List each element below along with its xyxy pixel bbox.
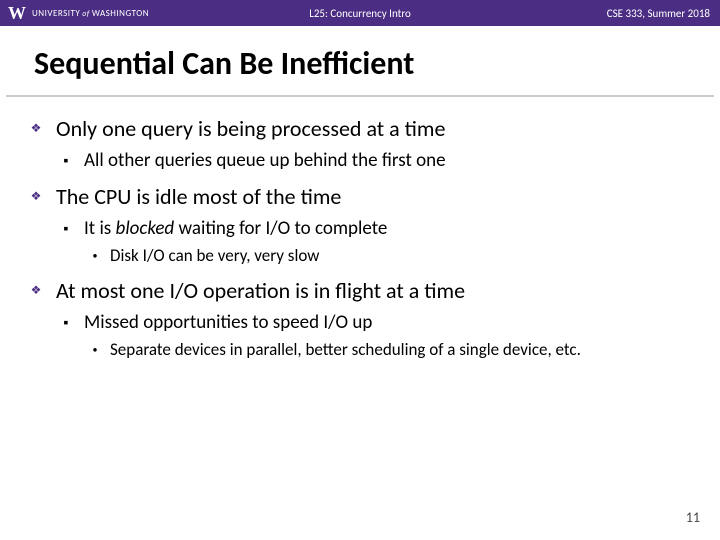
square-bullet-icon: ▪: [60, 149, 72, 173]
univ-prefix: UNIVERSITY: [32, 8, 80, 19]
univ-of: of: [82, 9, 90, 19]
bullet-2-sub-1a: • Disk I/O can be very, very slow: [90, 245, 690, 267]
b2s1-suffix: waiting for I/O to complete: [174, 217, 387, 240]
bullet-3-sub-1a: • Separate devices in parallel, better s…: [90, 339, 690, 361]
bullet-2-sub-1: ▪ It is blocked waiting for I/O to compl…: [60, 217, 690, 241]
university-logo: W UNIVERSITY of WASHINGTON: [0, 4, 149, 22]
bullet-3-sub-1-text: Missed opportunities to speed I/O up: [84, 311, 372, 334]
bullet-3: ❖ At most one I/O operation is in flight…: [30, 277, 690, 305]
square-bullet-icon: ▪: [60, 217, 72, 241]
bullet-2: ❖ The CPU is idle most of the time: [30, 183, 690, 211]
slide-title: Sequential Can Be Inefficient: [6, 26, 714, 97]
bullet-1-sub-1-text: All other queries queue up behind the fi…: [84, 149, 446, 172]
univ-main: WASHINGTON: [92, 8, 149, 19]
diamond-bullet-icon: ❖: [30, 277, 42, 305]
b2s1-italic: blocked: [116, 217, 175, 240]
bullet-3-sub-1: ▪ Missed opportunities to speed I/O up: [60, 311, 690, 335]
lecture-label: L25: Concurrency Intro: [309, 7, 411, 20]
bullet-1-sub-1: ▪ All other queries queue up behind the …: [60, 149, 690, 173]
dot-bullet-icon: •: [90, 339, 100, 361]
b2s1-prefix: It is: [84, 217, 116, 240]
w-logo-icon: W: [8, 4, 26, 22]
bullet-2-sub-1a-text: Disk I/O can be very, very slow: [110, 245, 319, 266]
slide-content: ❖ Only one query is being processed at a…: [0, 97, 720, 361]
bullet-1: ❖ Only one query is being processed at a…: [30, 115, 690, 143]
page-number: 11: [686, 509, 700, 526]
slide-header: W UNIVERSITY of WASHINGTON L25: Concurre…: [0, 0, 720, 26]
bullet-2-sub-1-text: It is blocked waiting for I/O to complet…: [84, 217, 387, 240]
diamond-bullet-icon: ❖: [30, 183, 42, 211]
bullet-3-sub-1a-text: Separate devices in parallel, better sch…: [110, 339, 581, 360]
dot-bullet-icon: •: [90, 245, 100, 267]
square-bullet-icon: ▪: [60, 311, 72, 335]
university-name: UNIVERSITY of WASHINGTON: [32, 8, 149, 19]
bullet-3-text: At most one I/O operation is in flight a…: [56, 277, 465, 304]
diamond-bullet-icon: ❖: [30, 115, 42, 143]
bullet-2-text: The CPU is idle most of the time: [56, 183, 341, 210]
course-label: CSE 333, Summer 2018: [607, 7, 710, 20]
bullet-1-text: Only one query is being processed at a t…: [56, 115, 445, 142]
